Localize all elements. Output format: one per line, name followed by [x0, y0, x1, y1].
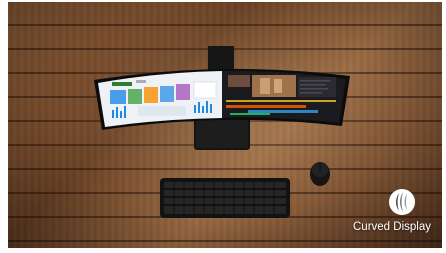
curved-display-logo-icon [389, 189, 415, 215]
product-photo: Curved Display [8, 2, 442, 248]
curved-display-caption: Curved Display [353, 221, 431, 233]
desk-setup-illustration [94, 46, 350, 218]
